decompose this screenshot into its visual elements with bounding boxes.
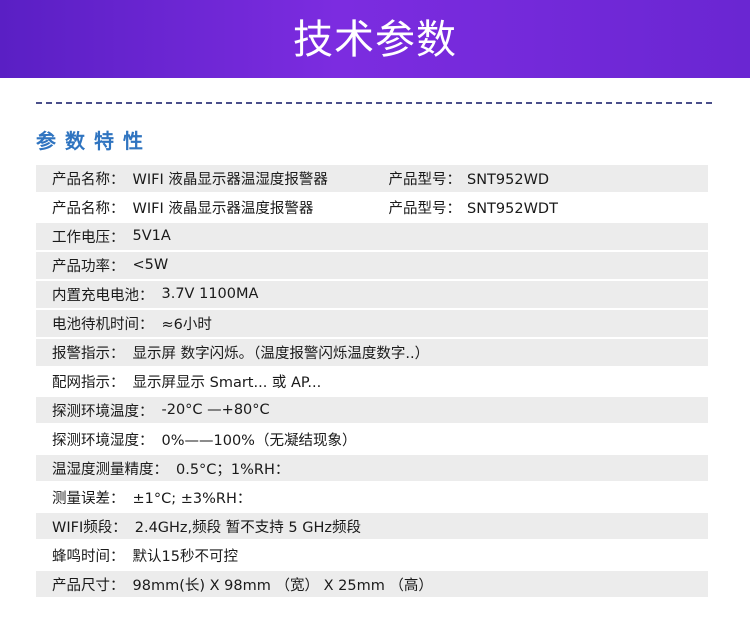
- spec-label: 配网指示：: [52, 374, 125, 391]
- spec-model-label: 产品型号：: [388, 200, 462, 217]
- spec-value: 0.5°C；1%RH：: [176, 461, 290, 478]
- spec-value: <5W: [132, 257, 169, 274]
- spec-row-standby: 电池待机时间： ≈6小时: [36, 309, 708, 337]
- spec-label: 探测环境湿度：: [52, 432, 154, 449]
- spec-value: 显示屏显示 Smart... 或 AP...: [132, 374, 322, 391]
- spec-value: 显示屏 数字闪烁。（温度报警闪烁温度数字..）: [132, 345, 430, 362]
- spec-model-value: SNT952WDT: [467, 200, 558, 217]
- spec-list: 产品名称： WIFI 液晶显示器温湿度报警器 产品型号： SNT952WD 产品名…: [36, 165, 708, 600]
- spec-label: 蜂鸣时间：: [52, 548, 125, 565]
- spec-value: ≈6小时: [161, 316, 212, 333]
- spec-row-voltage: 工作电压： 5V1A: [36, 222, 708, 250]
- spec-row-alarm-indicator: 报警指示： 显示屏 数字闪烁。（温度报警闪烁温度数字..）: [36, 338, 708, 366]
- spec-row-buzzer: 蜂鸣时间： 默认15秒不可控: [36, 541, 708, 569]
- spec-value: 默认15秒不可控: [132, 548, 238, 565]
- spec-model-value: SNT952WD: [467, 171, 550, 188]
- spec-row-accuracy: 温湿度测量精度： 0.5°C；1%RH：: [36, 454, 708, 482]
- page-title: 技术参数: [293, 17, 457, 63]
- spec-value: WIFI 液晶显示器温度报警器: [132, 200, 314, 217]
- spec-row-error: 测量误差： ±1°C; ±3%RH：: [36, 483, 708, 511]
- spec-label: WIFI频段：: [52, 519, 127, 536]
- spec-value: 2.4GHz,频段 暂不支持 5 GHz频段: [134, 519, 361, 536]
- dashed-divider: [36, 102, 712, 104]
- spec-value: 5V1A: [132, 228, 171, 245]
- spec-label: 温湿度测量精度：: [52, 461, 168, 478]
- section-title: 参数特性: [36, 129, 152, 153]
- spec-label: 产品功率：: [52, 258, 125, 275]
- spec-value: ±1°C; ±3%RH：: [132, 490, 252, 507]
- spec-row-network-indicator: 配网指示： 显示屏显示 Smart... 或 AP...: [36, 367, 708, 395]
- spec-label: 产品名称：: [52, 200, 125, 217]
- spec-model: 产品型号： SNT952WD: [389, 168, 550, 189]
- spec-row-temperature-range: 探测环境温度： -20°C —+80°C: [36, 396, 708, 424]
- spec-value: -20°C —+80°C: [161, 402, 270, 419]
- spec-value: 3.7V 1100MA: [161, 286, 259, 303]
- spec-row-product-name-2: 产品名称： WIFI 液晶显示器温度报警器 产品型号： SNT952WDT: [36, 193, 708, 221]
- spec-model-label: 产品型号：: [388, 171, 462, 188]
- spec-row-power: 产品功率： <5W: [36, 251, 708, 279]
- spec-row-product-name-1: 产品名称： WIFI 液晶显示器温湿度报警器 产品型号： SNT952WD: [36, 165, 708, 192]
- spec-label: 产品名称：: [52, 171, 125, 188]
- spec-row-dimensions: 产品尺寸： 98mm(长) X 98mm （宽） X 25mm （高）: [36, 570, 708, 598]
- spec-label: 报警指示：: [52, 345, 125, 362]
- spec-row-humidity-range: 探测环境湿度： 0%——100%（无凝结现象）: [36, 425, 708, 453]
- spec-label: 产品尺寸：: [52, 577, 125, 594]
- spec-value: 98mm(长) X 98mm （宽） X 25mm （高）: [132, 577, 433, 594]
- spec-value: 0%——100%（无凝结现象）: [161, 432, 357, 449]
- spec-label: 电池待机时间：: [52, 316, 154, 333]
- spec-label: 内置充电电池：: [52, 287, 154, 304]
- spec-label: 测量误差：: [52, 490, 125, 507]
- spec-value: WIFI 液晶显示器温湿度报警器: [132, 171, 328, 188]
- spec-row-wifi-band: WIFI频段： 2.4GHz,频段 暂不支持 5 GHz频段: [36, 512, 708, 540]
- spec-row-battery: 内置充电电池： 3.7V 1100MA: [36, 280, 708, 308]
- spec-model: 产品型号： SNT952WDT: [389, 197, 558, 218]
- header-banner: 技术参数: [0, 0, 750, 78]
- spec-label: 工作电压：: [52, 229, 125, 246]
- spec-label: 探测环境温度：: [52, 403, 154, 420]
